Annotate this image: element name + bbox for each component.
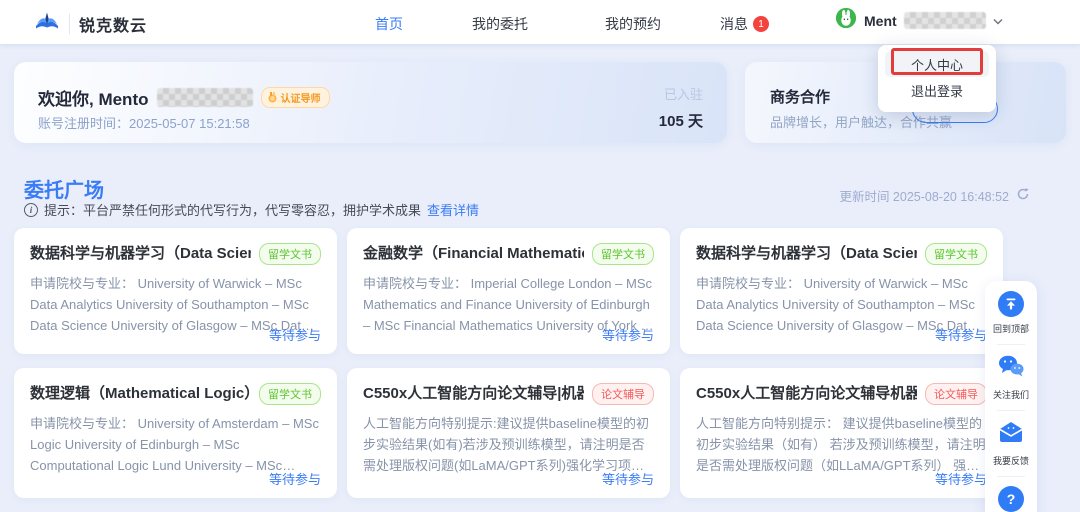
faq-button[interactable]: ? 常见问题: [993, 486, 1029, 512]
notice-row: i 提示：平台严禁任何形式的代写行为，代写零容忍，拥护学术成果 查看详情: [24, 200, 479, 219]
greeting-name-redaction: [157, 88, 253, 107]
brand[interactable]: 锐克数云: [34, 10, 147, 37]
follow-us-button[interactable]: 关注我们: [993, 354, 1029, 401]
commission-card[interactable]: 数理逻辑（Mathematical Logic） 留学文书 申请院校与专业： U…: [14, 368, 337, 498]
welcome-greeting: 欢迎你, Mento: [38, 85, 149, 110]
days-joined: 已入驻 105 天: [659, 84, 703, 131]
toolbar-label: 我要反馈: [993, 454, 1029, 467]
welcome-banner: 欢迎你, Mento 认证导师 账号注册时间：2025-05-07 15:21:…: [14, 62, 727, 143]
card-tag: 留学文书: [259, 383, 321, 405]
commission-card[interactable]: 数据科学与机器学习（Data Science & ... 留学文书 申请院校与专…: [14, 228, 337, 354]
update-time-row: 更新时间 2025-08-20 16:48:52: [839, 186, 1030, 205]
brand-divider: [69, 14, 70, 34]
user-name: Ment: [864, 13, 897, 29]
wait-to-join-link[interactable]: 等待参与: [269, 469, 321, 488]
card-title: 金融数学（Financial Mathematics）: [363, 242, 584, 263]
card-body: 人工智能方向特别提示： 建议提供baseline模型的初步实验结果（如有） 若涉…: [696, 414, 987, 476]
wait-to-join-link[interactable]: 等待参与: [935, 325, 987, 344]
avatar: [835, 7, 857, 34]
divider: [997, 410, 1025, 411]
user-name-redaction: [904, 12, 986, 29]
toolbar-label: 回到顶部: [993, 322, 1029, 335]
card-tag: 留学文书: [259, 243, 321, 265]
card-tag: 留学文书: [925, 243, 987, 265]
nav-item-messages[interactable]: 消息 1: [720, 14, 769, 34]
message-count-badge: 1: [753, 16, 769, 32]
brand-name: 锐克数云: [79, 12, 147, 36]
register-time-line: 账号注册时间：2025-05-07 15:21:58: [38, 113, 250, 132]
wait-to-join-link[interactable]: 等待参与: [935, 469, 987, 488]
feedback-button[interactable]: 我要反馈: [993, 420, 1029, 467]
days-joined-label: 已入驻: [659, 84, 703, 103]
wait-to-join-link[interactable]: 等待参与: [602, 325, 654, 344]
card-title: 数据科学与机器学习（Data Science & ...: [30, 242, 251, 263]
commission-card[interactable]: C550x人工智能方向论文辅导机器学习... 论文辅导 人工智能方向特别提示： …: [680, 368, 1003, 498]
days-joined-value: 105 天: [659, 110, 703, 131]
wait-to-join-link[interactable]: 等待参与: [602, 469, 654, 488]
business-title: 商务合作: [770, 86, 830, 107]
plaza-section-title: 委托广场: [24, 174, 104, 203]
nav-item-my-commissions[interactable]: 我的委托: [472, 14, 528, 34]
messages-label: 消息: [720, 14, 748, 34]
refresh-icon[interactable]: [1016, 187, 1030, 204]
card-title: 数据科学与机器学习（Data Science & ...: [696, 242, 917, 263]
app-window: 锐克数云 首页 我的委托 我的预约 消息 1 Ment: [0, 0, 1080, 512]
notice-text: 提示：平台严禁任何形式的代写行为，代写零容忍，拥护学术成果: [44, 200, 421, 219]
dropdown-item-profile-center[interactable]: 个人中心: [885, 51, 989, 77]
user-dropdown-menu: 个人中心 退出登录: [878, 45, 996, 112]
commission-card[interactable]: C550x人工智能方向论文辅导|机器学习... 论文辅导 人工智能方向特别提示:…: [347, 368, 670, 498]
back-to-top-button[interactable]: 回到顶部: [993, 291, 1029, 335]
divider: [997, 476, 1025, 477]
feedback-icon: [998, 420, 1024, 449]
wechat-icon: [997, 354, 1025, 383]
card-body: 人工智能方向特别提示:建议提供baseline模型的初步实验结果(如有)若涉及预…: [363, 414, 654, 476]
nav-item-home[interactable]: 首页: [375, 14, 403, 34]
card-title: C550x人工智能方向论文辅导机器学习...: [696, 382, 917, 403]
card-tag: 论文辅导: [925, 383, 987, 405]
card-title: 数理逻辑（Mathematical Logic）: [30, 382, 251, 403]
user-menu[interactable]: Ment: [835, 7, 1003, 34]
card-tag: 论文辅导: [592, 383, 654, 405]
card-tag: 留学文书: [592, 243, 654, 265]
certified-mentor-badge: 认证导师: [261, 87, 330, 108]
commission-card[interactable]: 金融数学（Financial Mathematics） 留学文书 申请院校与专业…: [347, 228, 670, 354]
commission-card[interactable]: 数据科学与机器学习（Data Science & ... 留学文书 申请院校与专…: [680, 228, 1003, 354]
floating-toolbar: 回到顶部 关注我们: [985, 281, 1037, 512]
divider: [997, 344, 1025, 345]
chevron-down-icon: [993, 12, 1003, 30]
brand-logo-icon: [34, 10, 60, 37]
top-navbar: 锐克数云 首页 我的委托 我的预约 消息 1 Ment: [0, 0, 1080, 44]
toolbar-label: 关注我们: [993, 388, 1029, 401]
wait-to-join-link[interactable]: 等待参与: [269, 325, 321, 344]
card-title: C550x人工智能方向论文辅导|机器学习...: [363, 382, 584, 403]
nav-item-my-appointments[interactable]: 我的预约: [605, 14, 661, 34]
question-icon: ?: [998, 486, 1024, 512]
medal-icon: [267, 92, 278, 103]
info-icon: i: [24, 203, 38, 217]
notice-details-link[interactable]: 查看详情: [427, 200, 479, 219]
dropdown-item-logout[interactable]: 退出登录: [885, 77, 989, 103]
update-time-text: 更新时间 2025-08-20 16:48:52: [839, 186, 1009, 205]
card-body: 申请院校与专业： University of Amsterdam – MSc L…: [30, 414, 321, 476]
back-to-top-icon: [998, 291, 1024, 317]
